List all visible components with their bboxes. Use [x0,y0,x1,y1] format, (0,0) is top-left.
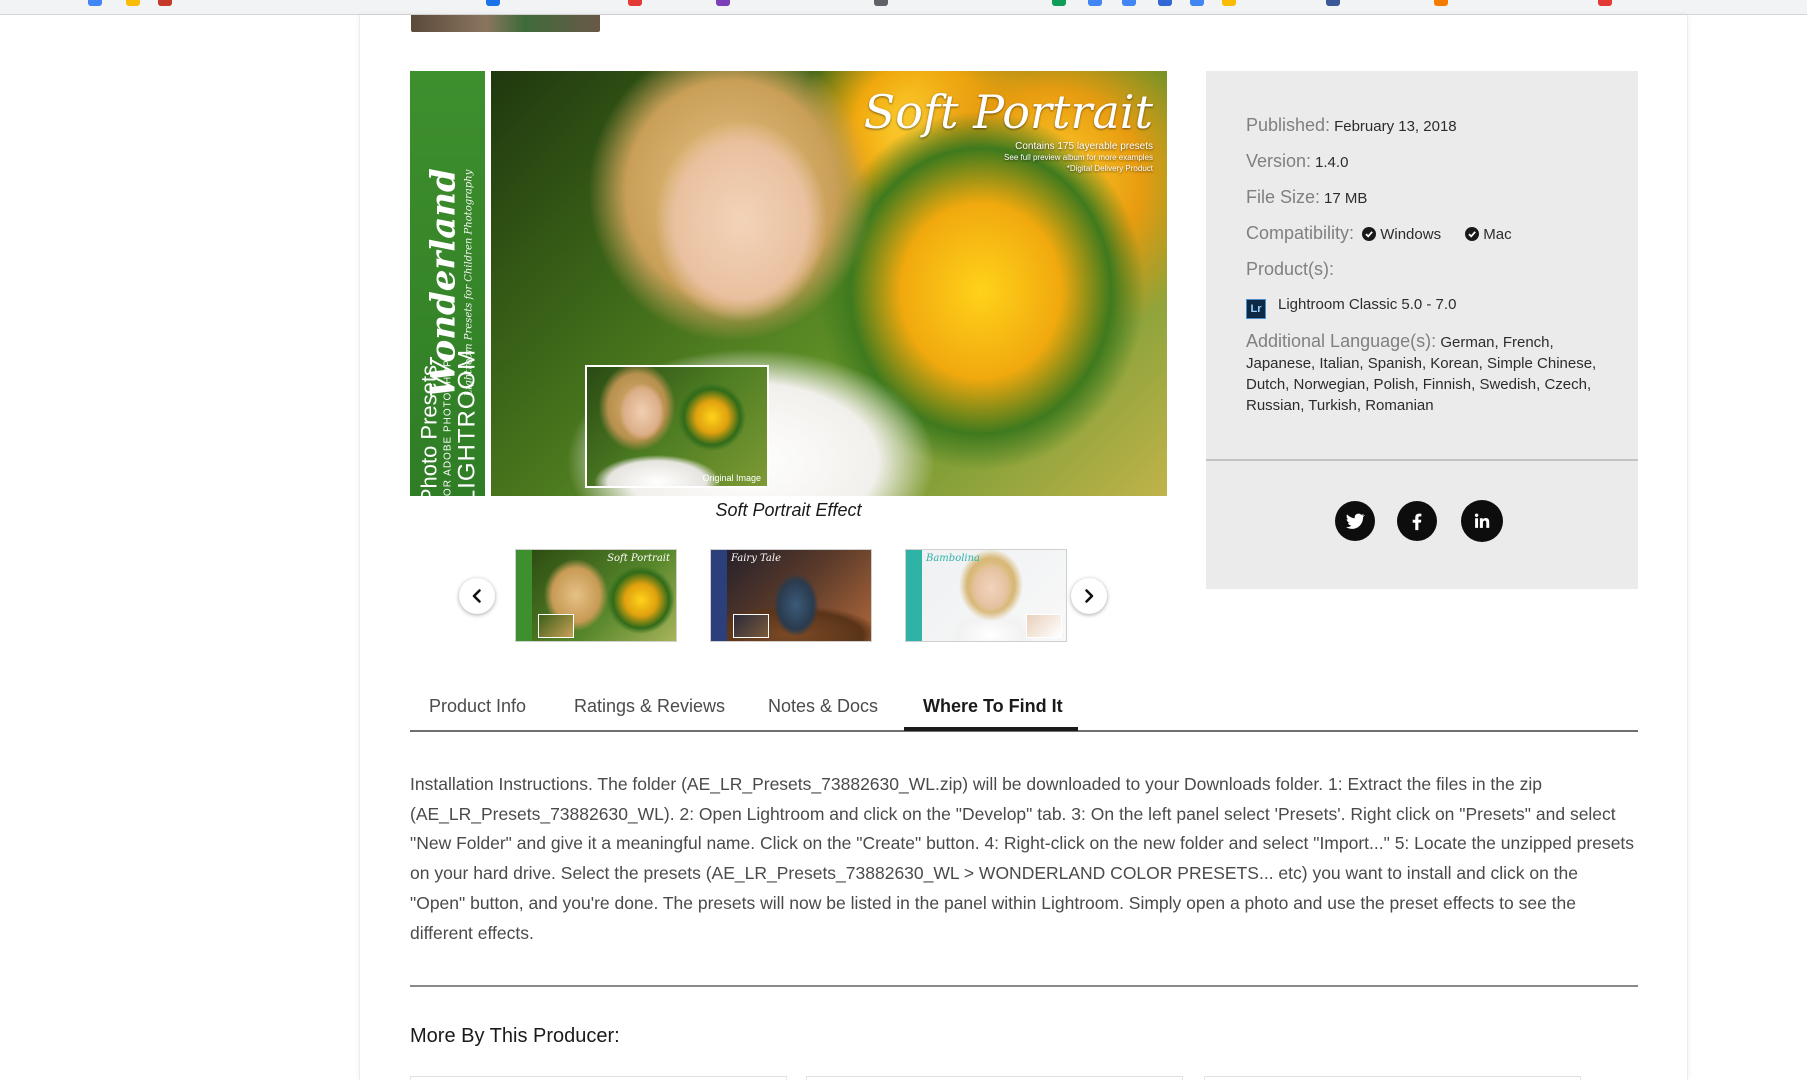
product-name: Lightroom Classic 5.0 - 7.0 [1278,296,1457,313]
carousel-thumbnail[interactable]: Soft Portrait [515,549,677,642]
producer-card[interactable] [1204,1076,1581,1080]
thumbnail-side-banner [516,550,532,641]
bookmark-icon[interactable] [88,0,102,6]
bookmark-icon[interactable] [1088,0,1102,6]
thumbnail-title: Soft Portrait [607,553,670,564]
producer-card[interactable] [806,1076,1183,1080]
products-label: Product(s): [1246,259,1335,279]
tab-where-to-find-it[interactable]: Where To Find It [923,696,1063,717]
bookmark-icon[interactable] [126,0,140,6]
hero-lightroom-text: Photo Presets FOR ADOBE PHOTOSHOP LIGHTR… [416,348,481,496]
facebook-icon [1412,513,1422,531]
original-image-inset: Original Image [585,365,769,488]
previous-image-thumbnail[interactable] [411,15,600,32]
check-circle-icon [1465,227,1480,241]
linkedin-share-button[interactable] [1461,500,1503,542]
bookmark-icon[interactable] [1158,0,1172,6]
filesize-value: 17 MB [1324,190,1368,207]
filesize-row: File Size: 17 MB [1246,187,1367,208]
thumbnail-side-banner [711,550,727,641]
filesize-label: File Size: [1246,187,1321,207]
carousel-prev-button[interactable] [459,578,495,614]
twitter-share-button[interactable] [1335,501,1375,541]
tab-product-info[interactable]: Product Info [429,696,526,717]
hero-photo: Soft Portrait Contains 175 layerable pre… [491,71,1167,496]
version-row: Version: 1.4.0 [1246,151,1348,172]
lightroom-icon: Lr [1246,299,1266,319]
hero-description: Contains 175 layerable presets See full … [1004,141,1153,173]
bookmark-icon[interactable] [1598,0,1612,6]
thumbnail-inset [1026,614,1062,638]
compat-windows: Windows [1380,226,1442,243]
bookmark-icon[interactable] [158,0,172,6]
facebook-share-button[interactable] [1397,501,1437,541]
chevron-left-icon [472,589,481,603]
version-label: Version: [1246,151,1312,171]
carousel-thumbnail[interactable]: Bambolina [905,549,1067,642]
producer-card[interactable] [410,1076,787,1080]
bookmark-icon[interactable] [1052,0,1066,6]
tab-notes-docs[interactable]: Notes & Docs [768,696,878,717]
compatibility-row: Compatibility: Windows Mac [1246,223,1512,244]
bookmark-icon[interactable] [486,0,500,6]
hero-side-banner: Wonderland Lightroom Presets for Childre… [410,71,488,496]
linkedin-icon [1474,513,1490,528]
bookmark-icon[interactable] [628,0,642,6]
twitter-icon [1346,513,1365,529]
compatibility-label: Compatibility: [1246,223,1355,243]
bookmark-icon[interactable] [1122,0,1136,6]
product-info-panel: Published: February 13, 2018 Version: 1.4.… [1206,71,1638,589]
image-caption: Soft Portrait Effect [715,500,862,520]
thumbnail-inset [538,614,574,638]
thumbnail-side-banner [906,550,922,641]
panel-divider [1206,459,1638,461]
thumbnail-title: Fairy Tale [731,553,781,564]
product-item[interactable]: Lr Lightroom Classic 5.0 - 7.0 [1246,296,1456,319]
languages-label: Additional Language(s): [1246,331,1437,351]
carousel-next-button[interactable] [1071,578,1107,614]
published-row: Published: February 13, 2018 [1246,115,1457,136]
bookmark-icon[interactable] [1222,0,1236,6]
carousel-thumbnail[interactable]: Fairy Tale [710,549,872,642]
check-circle-icon [1362,227,1377,241]
bookmark-icon[interactable] [1190,0,1204,6]
bookmark-icon[interactable] [1326,0,1340,6]
products-row: Product(s): [1246,259,1338,280]
published-label: Published: [1246,115,1331,135]
languages-row: Additional Language(s): German, French, … [1246,331,1616,416]
product-hero-image[interactable]: Wonderland Lightroom Presets for Childre… [410,71,1167,496]
version-value: 1.4.0 [1315,154,1349,171]
bookmark-icon[interactable] [1434,0,1448,6]
inset-label: Original Image [702,473,761,483]
hero-title: Soft Portrait [863,85,1153,139]
compat-mac: Mac [1483,226,1512,243]
published-value: February 13, 2018 [1334,118,1457,135]
active-tab-indicator [904,727,1078,731]
bookmark-icon[interactable] [874,0,888,6]
thumbnail-title: Bambolina [926,553,981,564]
bookmark-icon[interactable] [716,0,730,6]
bookmarks-bar [0,0,1807,15]
thumbnail-inset [733,614,769,638]
section-divider [410,985,1638,987]
chevron-right-icon [1085,589,1094,603]
more-by-producer-heading: More By This Producer: [410,1025,620,1047]
tab-ratings-reviews[interactable]: Ratings & Reviews [574,696,725,717]
product-tabs: Product Info Ratings & Reviews Notes & D… [410,689,1638,732]
installation-instructions: Installation Instructions. The folder (A… [410,774,1635,943]
